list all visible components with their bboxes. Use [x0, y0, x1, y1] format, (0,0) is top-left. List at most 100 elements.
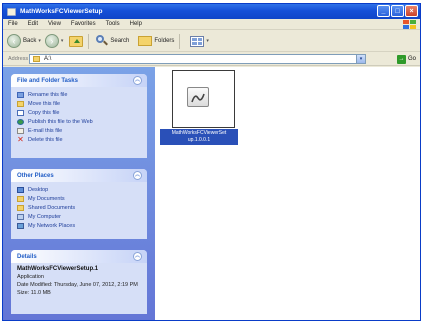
- place-label: My Network Places: [28, 222, 76, 229]
- views-icon: [190, 35, 205, 47]
- go-button[interactable]: → Go: [396, 54, 416, 64]
- search-label: Search: [110, 38, 130, 44]
- file-tasks-title: File and Folder Tasks: [17, 77, 78, 84]
- rename-icon: [17, 91, 24, 98]
- task-copy[interactable]: Copy this file: [17, 108, 141, 117]
- logo-blue: [403, 25, 409, 29]
- details-date-modified: Date Modified: Thursday, June 07, 2012, …: [17, 282, 138, 288]
- logo-red: [403, 20, 409, 24]
- place-label: My Documents: [28, 195, 65, 202]
- toolbar: ‹ Back ▾ › ▾ Search Folders ▾: [3, 31, 420, 52]
- task-delete[interactable]: ✕ Delete this file: [17, 135, 141, 144]
- task-publish[interactable]: Publish this file to the Web: [17, 117, 141, 126]
- search-button[interactable]: Search: [93, 35, 129, 47]
- minimize-button[interactable]: _: [377, 5, 390, 17]
- task-label: Move this file: [28, 100, 61, 107]
- details-file-name: MathWorksFCViewerSetup.1: [17, 266, 99, 272]
- windows-logo-icon: [403, 20, 417, 29]
- globe-icon: [17, 118, 24, 125]
- task-label: Copy this file: [28, 109, 60, 116]
- folders-button[interactable]: Folders: [133, 36, 174, 46]
- menu-view[interactable]: View: [43, 21, 66, 27]
- file-glyph-icon: [191, 93, 205, 103]
- logo-green: [410, 20, 416, 24]
- folder-up-icon[interactable]: [69, 35, 84, 47]
- menu-file[interactable]: File: [3, 21, 23, 27]
- title-bar[interactable]: MathWorksFCViewerSetup _ □ ×: [3, 4, 420, 19]
- place-label: My Computer: [28, 213, 62, 220]
- menu-help[interactable]: Help: [125, 21, 147, 27]
- delete-icon: ✕: [17, 134, 24, 144]
- close-button[interactable]: ×: [405, 5, 418, 17]
- task-label: E-mail this file: [28, 127, 63, 134]
- file-tasks-list: Rename this file Move this file Copy thi…: [11, 87, 147, 148]
- details-header[interactable]: Details ︽: [11, 250, 147, 263]
- drive-icon: [33, 56, 40, 62]
- forward-dropdown-icon[interactable]: ▾: [61, 38, 64, 44]
- explorer-window: MathWorksFCViewerSetup _ □ × File Edit V…: [2, 3, 421, 321]
- task-label: Delete this file: [28, 136, 63, 143]
- forward-button[interactable]: › ▾: [44, 34, 64, 48]
- address-value: A:\: [44, 56, 52, 62]
- task-pane: File and Folder Tasks ︽ Rename this file…: [3, 67, 155, 320]
- go-label: Go: [407, 56, 416, 62]
- details-title: Details: [17, 253, 37, 260]
- menu-favorites[interactable]: Favorites: [66, 21, 101, 27]
- move-icon: [17, 100, 24, 107]
- other-places-header[interactable]: Other Places ︽: [11, 169, 147, 182]
- details-body: MathWorksFCViewerSetup.1 Application Dat…: [11, 263, 147, 301]
- back-dropdown-icon[interactable]: ▾: [38, 38, 41, 44]
- place-my-computer[interactable]: My Computer: [17, 212, 141, 221]
- details-file-size: Size: 11.0 MB: [17, 290, 51, 296]
- copy-icon: [17, 109, 24, 116]
- address-bar: Address A:\ ▾ → Go: [3, 53, 420, 66]
- details-panel: Details ︽ MathWorksFCViewerSetup.1 Appli…: [11, 250, 147, 314]
- task-rename[interactable]: Rename this file: [17, 90, 141, 99]
- desktop-icon: [17, 186, 24, 193]
- task-email[interactable]: E-mail this file: [17, 126, 141, 135]
- window-title: MathWorksFCViewerSetup: [20, 8, 103, 15]
- forward-arrow-icon: ›: [44, 34, 59, 48]
- maximize-button[interactable]: □: [391, 5, 404, 17]
- computer-icon: [17, 213, 24, 220]
- back-label: Back: [23, 38, 37, 44]
- collapse-icon[interactable]: ︽: [133, 252, 142, 261]
- file-list-area[interactable]: MathWorksFCViewerSet up.1.0.0.1: [155, 67, 420, 320]
- maximize-icon: □: [395, 8, 400, 15]
- file-tasks-panel: File and Folder Tasks ︽ Rename this file…: [11, 74, 147, 158]
- views-dropdown-icon[interactable]: ▾: [206, 38, 209, 44]
- close-icon: ×: [409, 8, 414, 15]
- place-shared-documents[interactable]: Shared Documents: [17, 203, 141, 212]
- task-label: Publish this file to the Web: [28, 118, 93, 125]
- collapse-icon[interactable]: ︽: [133, 171, 142, 180]
- address-input[interactable]: A:\ ▾: [29, 54, 366, 64]
- task-move[interactable]: Move this file: [17, 99, 141, 108]
- menu-tools[interactable]: Tools: [101, 21, 125, 27]
- folders-icon: [138, 36, 153, 46]
- address-dropdown-icon[interactable]: ▾: [356, 55, 365, 63]
- other-places-panel: Other Places ︽ Desktop My Documents Shar…: [11, 169, 147, 239]
- documents-icon: [17, 195, 24, 202]
- place-label: Desktop: [28, 186, 49, 193]
- minimize-icon: _: [381, 8, 386, 15]
- toolbar-separator: [88, 33, 90, 49]
- network-icon: [17, 222, 24, 229]
- folder-icon: [7, 7, 16, 16]
- logo-yellow: [410, 25, 416, 29]
- search-icon: [96, 35, 109, 47]
- setup-file-label[interactable]: MathWorksFCViewerSet up.1.0.0.1: [160, 129, 238, 145]
- file-tasks-header[interactable]: File and Folder Tasks ︽: [11, 74, 147, 87]
- place-label: Shared Documents: [28, 204, 76, 211]
- place-desktop[interactable]: Desktop: [17, 185, 141, 194]
- back-arrow-icon: ‹: [7, 34, 21, 48]
- menu-edit[interactable]: Edit: [23, 21, 43, 27]
- back-button[interactable]: ‹ Back ▾: [7, 34, 41, 48]
- collapse-icon[interactable]: ︽: [133, 76, 142, 85]
- file-name-line2: up.1.0.0.1: [187, 137, 211, 143]
- setup-file-icon[interactable]: [187, 87, 209, 107]
- folders-label: Folders: [154, 38, 175, 44]
- place-my-documents[interactable]: My Documents: [17, 194, 141, 203]
- place-network[interactable]: My Network Places: [17, 221, 141, 230]
- views-button[interactable]: ▾: [184, 35, 209, 47]
- window-controls: _ □ ×: [377, 5, 418, 17]
